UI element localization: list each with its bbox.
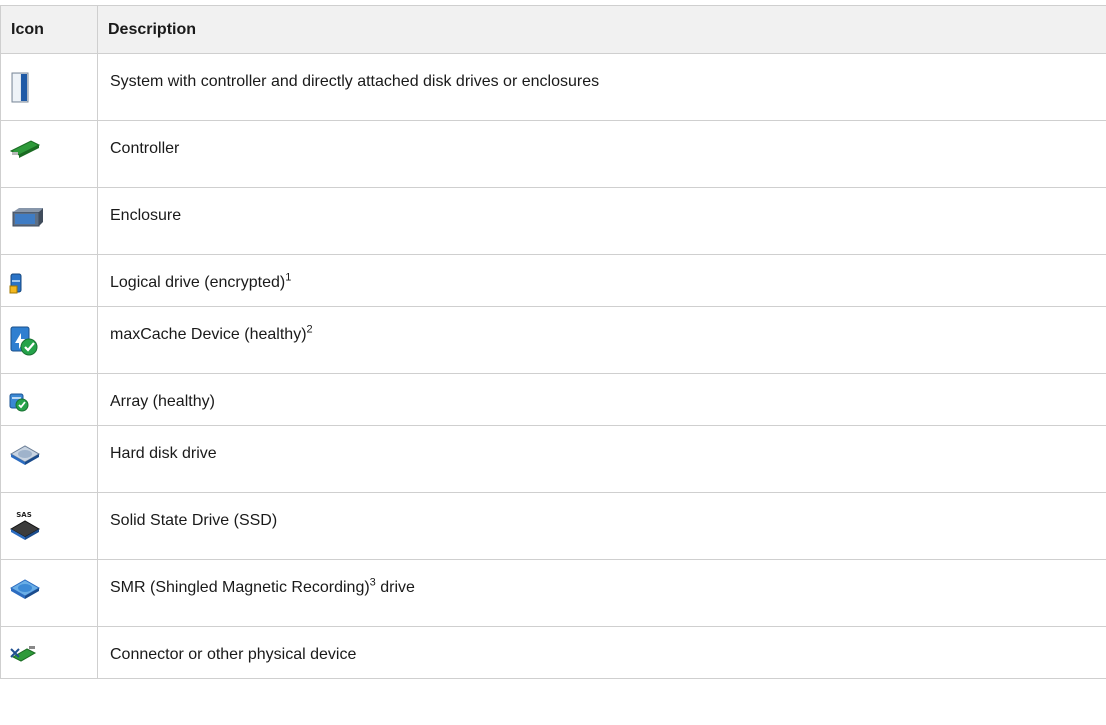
icon-cell <box>0 425 98 493</box>
description-column-header: Description <box>97 5 1106 54</box>
table-row: Array (healthy) <box>0 373 1106 426</box>
icon-column-header: Icon <box>0 5 98 54</box>
ssd-icon: SAS <box>1 493 97 541</box>
footnote-marker: 2 <box>306 323 313 336</box>
table-row: Enclosure <box>0 187 1106 255</box>
row-description: System with controller and directly atta… <box>110 73 600 90</box>
icon-cell <box>0 373 98 426</box>
row-description: SMR (Shingled Magnetic Recording)3 drive <box>110 576 415 596</box>
icon-cell <box>0 254 98 307</box>
table-row: Hard disk drive <box>0 425 1106 493</box>
table-row: Logical drive (encrypted)1 <box>0 254 1106 307</box>
enclosure-icon <box>1 188 97 228</box>
icon-cell <box>0 187 98 255</box>
table-row: SMR (Shingled Magnetic Recording)3 drive <box>0 559 1106 627</box>
icon-cell <box>0 626 98 679</box>
logical-drive-encrypted-icon <box>1 255 97 295</box>
svg-text:SAS: SAS <box>16 511 32 519</box>
system-icon <box>1 54 97 104</box>
row-description: maxCache Device (healthy)2 <box>110 323 313 343</box>
table-row: Controller <box>0 120 1106 188</box>
table-header-row: Icon Description <box>0 5 1106 54</box>
table-row: SAS Solid State Drive (SSD) <box>0 492 1106 560</box>
icon-cell <box>0 306 98 374</box>
smr-drive-icon <box>1 560 97 600</box>
icon-cell <box>0 53 98 121</box>
icon-cell <box>0 559 98 627</box>
maxcache-device-healthy-icon <box>1 307 97 357</box>
row-description: Enclosure <box>110 207 182 224</box>
array-healthy-icon <box>1 374 97 412</box>
table-row: Connector or other physical device <box>0 626 1106 679</box>
row-description: Connector or other physical device <box>110 646 357 663</box>
icon-cell: SAS <box>0 492 98 560</box>
row-description: Logical drive (encrypted)1 <box>110 271 292 291</box>
row-description: Controller <box>110 140 180 157</box>
icon-cell <box>0 120 98 188</box>
controller-icon <box>1 121 97 159</box>
footnote-marker: 1 <box>285 271 292 284</box>
connector-icon <box>1 627 97 665</box>
hard-disk-drive-icon <box>1 426 97 466</box>
table-row: maxCache Device (healthy)2 <box>0 306 1106 374</box>
icon-legend-table: Icon Description System with controller … <box>0 5 1106 679</box>
table-row: System with controller and directly atta… <box>0 53 1106 121</box>
row-description: Hard disk drive <box>110 445 217 462</box>
row-description: Array (healthy) <box>110 393 215 410</box>
row-description: Solid State Drive (SSD) <box>110 512 278 529</box>
